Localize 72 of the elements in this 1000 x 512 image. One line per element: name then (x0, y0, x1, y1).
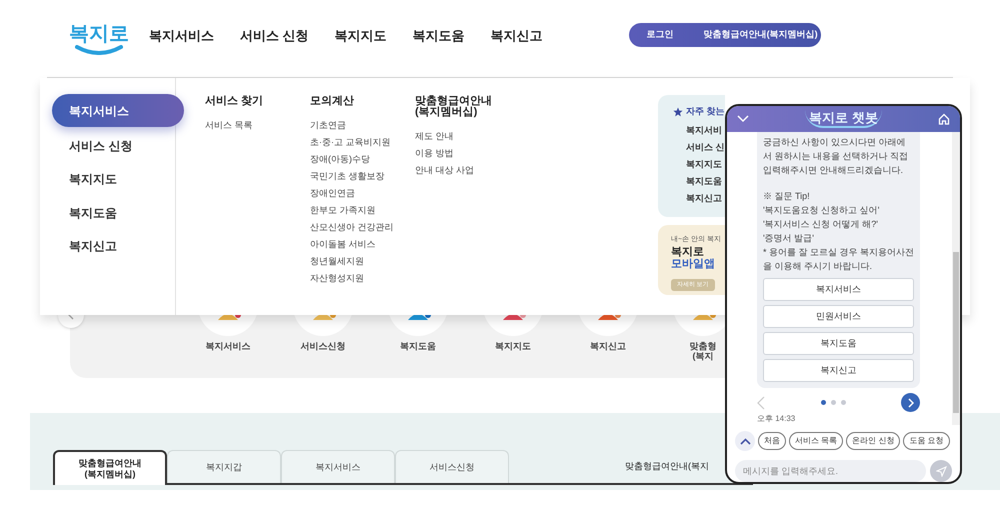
menu-link[interactable]: 장애(아동)수당 (310, 151, 370, 168)
tab[interactable]: 맞춤형급여안내 (복지멤버십) (53, 450, 167, 485)
option-button[interactable]: 복지신고 (763, 359, 914, 382)
menu-link[interactable]: 한부모 가족지원 (310, 202, 376, 219)
login-link[interactable]: 로그인 (628, 28, 692, 42)
option-button[interactable]: 민원서비스 (763, 305, 914, 328)
quick-reply-chip[interactable]: 처음 (758, 432, 786, 450)
tip-text: ※ 질문 Tip! (763, 190, 811, 203)
column-heading: (복지멤버십) (415, 107, 478, 118)
column-heading: 맞춤형급여안내 (415, 96, 493, 107)
nav-link[interactable]: 복지신고 (490, 26, 543, 46)
option-button[interactable]: 복지서비스 (763, 278, 914, 301)
tip-text: * 용어를 잘 모르실 경우 복지용어사전을 이용해 주시기 바랍니다. (763, 246, 914, 273)
chevron-down-icon[interactable] (737, 115, 749, 123)
nav-link[interactable]: 복지도움 (412, 26, 465, 46)
favorite-link[interactable]: 복지도움 (686, 172, 722, 190)
menu-link[interactable]: 초·중·고 교육비지원 (310, 134, 390, 151)
collapse-button[interactable] (735, 431, 755, 451)
chevron-up-icon (740, 438, 750, 444)
quick-reply-chip[interactable]: 온라인 신청 (846, 432, 900, 450)
menu-link[interactable]: 자산형성지원 (310, 270, 364, 287)
tip-text: '복지도움요청 신청하고 싶어' (763, 204, 880, 217)
menu-link[interactable]: 기초연금 (310, 117, 346, 134)
column-heading: 서비스 찾기 (205, 96, 264, 107)
menu-link[interactable]: 국민기초 생활보장 (310, 168, 385, 185)
send-button[interactable] (930, 460, 952, 482)
sidebar-item[interactable]: 복지서비스 (52, 94, 184, 127)
sidebar-item[interactable]: 복지도움 (52, 198, 176, 228)
menu-link[interactable]: 장애인연금 (310, 185, 355, 202)
nav-link[interactable]: 복지서비스 (149, 26, 214, 46)
quick-reply-chip[interactable]: 서비스 목록 (789, 432, 844, 450)
send-icon (936, 466, 946, 476)
menu-link[interactable]: 서비스 목록 (205, 117, 253, 134)
nav-link[interactable]: 서비스 신청 (240, 26, 309, 46)
quick-reply-chip[interactable]: 도움 요청 (903, 432, 950, 450)
sidebar-item[interactable]: 복지지도 (52, 164, 176, 194)
tab[interactable]: 복지지갑 (167, 450, 281, 483)
menu-link[interactable]: 청년월세지원 (310, 253, 364, 270)
chevron-left-icon[interactable] (757, 396, 765, 410)
menu-link[interactable]: 산모신생아 건강관리 (310, 219, 394, 236)
next-button[interactable] (901, 393, 920, 412)
menu-link[interactable]: 아이돌봄 서비스 (310, 236, 376, 253)
favorite-link[interactable]: 서비스 신 (686, 138, 725, 156)
section-link[interactable]: 맞춤형급여안내(복지 (625, 460, 709, 473)
nav-link[interactable]: 복지지도 (334, 26, 387, 46)
favorite-link[interactable]: 복지서비 (686, 122, 722, 138)
favorites-title: 자주 찾는 (686, 105, 725, 118)
membership-link[interactable]: 맞춤형급여안내(복지멤버십) (692, 28, 830, 42)
tip-text: '복지서비스 신청 어떻게 해?' (763, 218, 879, 231)
tip-text: '증명서 발급' (763, 232, 815, 245)
tab[interactable]: 서비스신청 (395, 450, 509, 483)
message-input[interactable]: 메시지를 입력해주세요. (735, 460, 926, 482)
option-button[interactable]: 복지도움 (763, 332, 914, 355)
sidebar-item[interactable]: 복지신고 (52, 232, 176, 261)
app-highlight: 모바일앱 (671, 258, 715, 270)
app-name: 복지로 (671, 246, 704, 258)
tab[interactable]: 복지서비스 (281, 450, 395, 483)
home-icon[interactable] (938, 113, 950, 125)
message-time: 오후 14:33 (757, 413, 796, 425)
sidebar-item[interactable]: 서비스 신청 (52, 131, 176, 160)
menu-link[interactable]: 제도 안내 (415, 128, 454, 145)
column-heading: 모의계산 (310, 96, 355, 107)
menu-link[interactable]: 이용 방법 (415, 145, 454, 162)
star-icon (673, 106, 683, 117)
smile-icon (75, 44, 123, 54)
scrollbar[interactable] (952, 132, 960, 425)
menu-link[interactable]: 안내 대상 사업 (415, 162, 474, 179)
bot-message: 궁금하신 사항이 있으시다면 아래에서 원하시는 내용을 선택하거나 직접 입력해주시면 안내해드리겠습니다. (763, 136, 910, 177)
favorite-link[interactable]: 복지신고 (686, 190, 722, 206)
chatbot-title: 복지로 챗봇 (805, 110, 882, 128)
chevron-right-icon (908, 398, 914, 408)
favorite-link[interactable]: 복지지도 (686, 156, 722, 172)
